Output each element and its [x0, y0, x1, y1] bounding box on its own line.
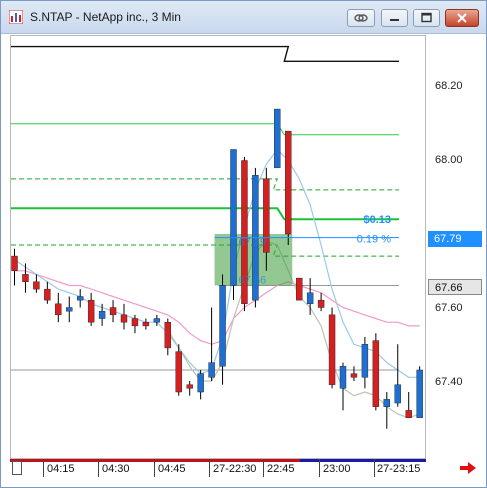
price-axis[interactable]: 68.20 68.00 67.79 67.66 67.60 67.40: [427, 35, 485, 459]
grey-moving-average-line: [167, 240, 420, 419]
stop-price-text: 67.66: [239, 274, 267, 286]
time-separator: [209, 459, 210, 477]
minimize-icon: [390, 19, 399, 21]
price-tick-label: 67.60: [435, 302, 463, 314]
maximize-icon: [421, 12, 432, 23]
candle-up: [416, 369, 423, 418]
last-price-box: 67.66: [428, 279, 482, 295]
black-level-line: [11, 45, 399, 62]
candle-up: [153, 318, 161, 323]
candle-up: [76, 296, 84, 301]
green-solid-main-line: [11, 207, 399, 221]
candle-down: [87, 299, 95, 323]
green-dashed-lower-line: [11, 244, 399, 257]
maximize-button[interactable]: [413, 9, 440, 27]
time-label: 04:30: [102, 463, 130, 475]
green-dashed-upper-line: [11, 178, 399, 191]
candle-up: [383, 399, 390, 407]
chart-app-icon: [9, 10, 23, 24]
candle-down: [120, 314, 128, 323]
candle-up: [274, 108, 281, 169]
current-price-box: 67.79: [428, 231, 482, 247]
price-tick-label: 68.20: [435, 80, 463, 92]
price-tick-label: 68.00: [435, 154, 463, 166]
time-separator: [154, 459, 155, 477]
candle-up: [208, 362, 215, 378]
link-icon: [354, 14, 368, 22]
entry-price-text: 67.79: [239, 237, 267, 249]
candle-up: [394, 384, 401, 404]
close-icon: [457, 13, 467, 23]
time-separator: [43, 459, 44, 477]
candle-up: [230, 149, 237, 286]
candle-up: [361, 344, 369, 378]
candle-down: [296, 277, 303, 301]
time-separator: [319, 459, 320, 477]
candle-down: [350, 373, 358, 378]
candle-down: [175, 351, 182, 393]
time-label: 04:15: [47, 463, 75, 475]
position-pct-label: 0.19 %: [357, 234, 391, 246]
axis-corner-box[interactable]: [12, 461, 22, 475]
candle-up: [98, 310, 106, 319]
link-button[interactable]: [347, 9, 375, 27]
candle-down: [55, 303, 62, 316]
chart-plot-area[interactable]: $0.13 0.19 % 67.79 67.66: [10, 35, 426, 459]
candle-down: [317, 299, 325, 308]
time-separator: [374, 459, 375, 477]
candle-down: [131, 318, 139, 327]
candle-down: [11, 255, 18, 271]
candle-up: [219, 285, 226, 367]
time-label: 27-23:15: [377, 463, 421, 475]
candle-down: [285, 130, 292, 235]
candle-down: [44, 288, 51, 301]
candle-down: [109, 307, 117, 316]
candle-down: [22, 274, 29, 282]
candlestick-chart[interactable]: $0.13 0.19 % 67.79 67.66: [11, 36, 425, 458]
candle-down: [186, 384, 193, 389]
time-label: 27-22:30: [213, 463, 257, 475]
time-label: 23:00: [323, 463, 351, 475]
title-bar[interactable]: S.NTAP - NetApp inc., 3 Min: [1, 1, 486, 34]
time-label: 04:45: [158, 463, 186, 475]
close-button[interactable]: [445, 9, 479, 27]
candle-down: [164, 322, 172, 349]
scroll-right-arrow-icon[interactable]: [458, 459, 478, 477]
time-separator: [98, 459, 99, 477]
price-tick-label: 67.40: [435, 376, 463, 388]
green-solid-upper-line: [11, 123, 399, 136]
position-pnl-label: $0.13: [363, 214, 391, 226]
candle-down: [372, 340, 380, 407]
session-bar-red: [10, 459, 300, 462]
minimize-button[interactable]: [381, 9, 408, 27]
candle-up: [339, 366, 347, 389]
window-title: S.NTAP - NetApp inc., 3 Min: [30, 10, 181, 24]
candle-up: [306, 292, 314, 305]
candle-down: [328, 314, 336, 385]
time-label: 22:45: [267, 463, 295, 475]
candle-down: [142, 322, 150, 327]
candle-down: [33, 281, 40, 290]
time-separator: [263, 459, 264, 477]
chart-window: S.NTAP - NetApp inc., 3 Min $0.13 0.19 %: [0, 0, 487, 488]
time-axis[interactable]: 04:15 04:30 04:45 27-22:30 22:45 23:00 2…: [10, 459, 426, 481]
candle-up: [197, 373, 204, 393]
candle-down: [405, 410, 412, 418]
candle-up: [66, 307, 73, 312]
